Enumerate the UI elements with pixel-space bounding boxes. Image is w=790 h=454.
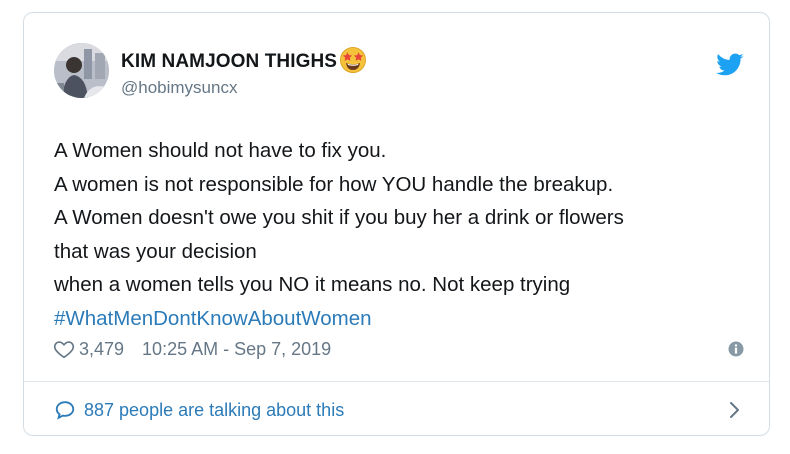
conversation-label[interactable]: 887 people are talking about this — [84, 400, 344, 421]
hashtag-link[interactable]: #WhatMenDontKnowAboutWomen — [54, 302, 754, 336]
speech-bubble-icon — [55, 401, 75, 420]
display-name[interactable]: KIM NAMJOON THIGHS — [121, 51, 337, 73]
tweet-timestamp[interactable]: 10:25 AM - Sep 7, 2019 — [142, 339, 331, 360]
tweet-body: A Women should not have to fix you. A wo… — [54, 134, 754, 335]
info-icon[interactable] — [728, 341, 744, 357]
divider — [24, 381, 769, 382]
chevron-right-icon[interactable] — [728, 401, 740, 419]
tweet-line: A Women should not have to fix you. — [54, 139, 387, 162]
embedded-tweet-card: KIM NAMJOON THIGHS @hobimysuncx A Women … — [23, 12, 770, 436]
tweet-line: that was your decision — [54, 239, 257, 263]
tweet-line: A Women doesn't owe you shit if you buy … — [54, 206, 624, 229]
heart-icon[interactable] — [53, 338, 75, 360]
author-handle[interactable]: @hobimysuncx — [121, 78, 237, 98]
author-name-row: KIM NAMJOON THIGHS — [121, 47, 368, 74]
tweet-header: KIM NAMJOON THIGHS @hobimysuncx — [54, 43, 744, 101]
like-count[interactable]: 3,479 — [79, 339, 124, 360]
tweet-line: when a women tells you NO it means no. N… — [54, 273, 571, 296]
conversation-link[interactable]: 887 people are talking about this — [54, 396, 744, 424]
avatar[interactable] — [54, 43, 109, 98]
tweet-line: A women is not responsible for how YOU h… — [54, 172, 614, 196]
star-struck-emoji-icon — [340, 47, 367, 73]
tweet-meta-row: 3,479 10:25 AM - Sep 7, 2019 — [53, 336, 744, 362]
twitter-bird-icon[interactable] — [716, 53, 744, 77]
